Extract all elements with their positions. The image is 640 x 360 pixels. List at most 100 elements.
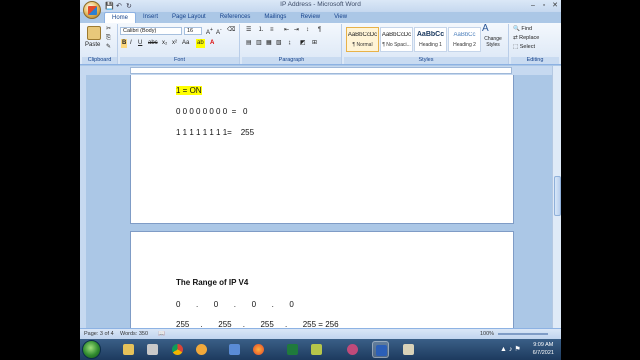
letterbox-right [561, 0, 640, 360]
taskbar-paint[interactable] [400, 341, 417, 358]
line-spacing-icon[interactable]: ↨ [288, 39, 291, 48]
doc-line-range-max[interactable]: 255 . 255 . 255 . 255 = 256 [176, 320, 339, 328]
page[interactable]: 1 = ON 0 0 0 0 0 0 0 0 = 0 1 1 1 1 1 1 1… [130, 75, 514, 224]
clock[interactable]: 9:09 AM 6/7/2021 [533, 341, 554, 357]
vertical-scrollbar[interactable] [552, 66, 561, 328]
find-button[interactable]: 🔍 Find [513, 25, 532, 34]
tab-home[interactable]: Home [104, 12, 137, 23]
taskbar-photos[interactable] [308, 341, 325, 358]
align-right-icon[interactable]: ▦ [266, 39, 272, 48]
bold-button[interactable]: B [121, 39, 128, 48]
style-heading-2[interactable]: AaBbCc Heading 2 [448, 27, 481, 52]
office-logo-icon [88, 6, 97, 15]
page-count[interactable]: Page: 3 of 4 [84, 331, 114, 337]
styles-label: Styles [344, 57, 508, 64]
spelling-icon[interactable]: 📖 [158, 331, 165, 337]
doc-line-range-min[interactable]: 0 . 0 . 0 . 0 [176, 300, 294, 309]
find-icon: 🔍 [513, 26, 520, 32]
change-styles-button[interactable]: Change Styles [480, 36, 506, 48]
numbering-icon[interactable]: ⒈ [258, 26, 264, 35]
close-button[interactable]: ✕ [550, 1, 560, 10]
font-color-icon[interactable]: A [210, 39, 214, 48]
shading-icon[interactable]: ◩ [300, 39, 306, 48]
change-case-icon[interactable]: Aa [182, 39, 189, 48]
paste-icon[interactable] [87, 26, 101, 40]
tab-page-layout[interactable]: Page Layout [165, 12, 213, 23]
font-name-combo[interactable]: Calibri (Body) [120, 27, 182, 35]
styles-group: AaBbCcDc ¶ Normal AaBbCcDc ¶ No Spaci...… [344, 24, 509, 64]
underline-button[interactable]: U [138, 39, 142, 48]
doc-heading-ip-range[interactable]: The Range of IP V4 [176, 278, 248, 287]
font-label: Font [120, 57, 239, 64]
doc-line-ones[interactable]: 1 1 1 1 1 1 1 1= 255 [176, 128, 254, 137]
decrease-indent-icon[interactable]: ⇤ [284, 26, 289, 35]
select-icon: ⬚ [513, 44, 519, 50]
borders-icon[interactable]: ⊞ [312, 39, 317, 48]
font-size-combo[interactable]: 16 [184, 27, 202, 35]
superscript-button[interactable]: x² [172, 39, 177, 48]
taskbar-monitor[interactable] [226, 341, 243, 358]
document-area: 1 = ON 0 0 0 0 0 0 0 0 = 0 1 1 1 1 1 1 1… [86, 75, 552, 328]
taskbar-explorer[interactable] [120, 341, 137, 358]
page[interactable]: The Range of IP V4 0 . 0 . 0 . 0 255 . 2… [130, 231, 514, 328]
tab-mailings[interactable]: Mailings [257, 12, 293, 23]
minimize-button[interactable]: – [528, 1, 538, 10]
excel-icon [287, 344, 298, 355]
copy-icon[interactable]: ⎘ [106, 34, 111, 43]
taskbar-app[interactable] [344, 341, 361, 358]
taskbar-chrome[interactable] [169, 341, 186, 358]
sort-icon[interactable]: ↕ [306, 26, 309, 35]
italic-button[interactable]: I [130, 39, 132, 48]
show-formatting-icon[interactable]: ¶ [318, 26, 321, 35]
tab-review[interactable]: Review [293, 12, 327, 23]
tab-insert[interactable]: Insert [136, 12, 165, 23]
justify-icon[interactable]: ▧ [276, 39, 282, 48]
select-button[interactable]: ⬚ Select [513, 43, 535, 52]
doc-line-on[interactable]: 1 = ON [176, 86, 202, 95]
find-label: Find [521, 26, 533, 32]
doc-line-zeros[interactable]: 0 0 0 0 0 0 0 0 = 0 [176, 107, 247, 116]
scrollbar-thumb[interactable] [554, 176, 561, 216]
highlight-icon[interactable]: ab [196, 39, 205, 48]
cut-icon[interactable]: ✂ [106, 25, 111, 34]
strikethrough-button[interactable]: abc [148, 39, 158, 48]
zoom-level[interactable]: 100% [480, 331, 494, 337]
taskbar-media[interactable] [193, 341, 210, 358]
maximize-button[interactable]: ▫ [539, 1, 549, 10]
ribbon-tabs: Home Insert Page Layout References Maili… [104, 12, 354, 23]
align-center-icon[interactable]: ▥ [256, 39, 262, 48]
subscript-button[interactable]: x₂ [162, 39, 167, 48]
word-icon [376, 345, 387, 356]
zoom-slider[interactable] [498, 333, 548, 335]
style-heading-1[interactable]: AaBbCc Heading 1 [414, 27, 447, 52]
editing-label: Editing [511, 57, 559, 64]
taskbar-tool[interactable] [144, 341, 161, 358]
word-count[interactable]: Words: 350 [120, 331, 148, 337]
style-no-spacing[interactable]: AaBbCcDc ¶ No Spaci... [380, 27, 413, 52]
grow-font-icon[interactable]: A+ [206, 26, 213, 36]
replace-button[interactable]: ⇄ Replace [513, 34, 539, 43]
change-styles-icon[interactable]: A [482, 24, 489, 34]
style-normal[interactable]: AaBbCcDc ¶ Normal [346, 27, 379, 52]
shrink-font-icon[interactable]: A- [216, 26, 222, 36]
taskbar-firefox[interactable] [250, 341, 267, 358]
taskbar-excel[interactable] [284, 341, 301, 358]
horizontal-ruler[interactable] [80, 66, 561, 75]
bullets-icon[interactable]: ☰ [246, 26, 251, 35]
paste-button[interactable]: Paste [85, 41, 100, 50]
replace-icon: ⇄ [513, 35, 518, 41]
increase-indent-icon[interactable]: ⇥ [294, 26, 299, 35]
multilevel-list-icon[interactable]: ≡ [270, 26, 274, 35]
taskbar-word[interactable] [372, 341, 389, 358]
start-button[interactable] [82, 340, 101, 359]
format-painter-icon[interactable]: ✎ [106, 43, 111, 52]
style-name: Heading 2 [453, 42, 476, 48]
tab-view[interactable]: View [327, 12, 354, 23]
office-button[interactable] [83, 1, 101, 19]
tab-references[interactable]: References [213, 12, 258, 23]
tray-icons[interactable]: ▲ ♪ ⚑ [500, 345, 521, 353]
style-sample: AaBbCcDc [347, 32, 378, 38]
align-left-icon[interactable]: ▤ [246, 39, 252, 48]
ribbon: Paste ✂ ⎘ ✎ Clipboard Calibri (Body) 16 … [80, 23, 561, 65]
clear-format-icon[interactable]: ⌫ [227, 26, 235, 35]
